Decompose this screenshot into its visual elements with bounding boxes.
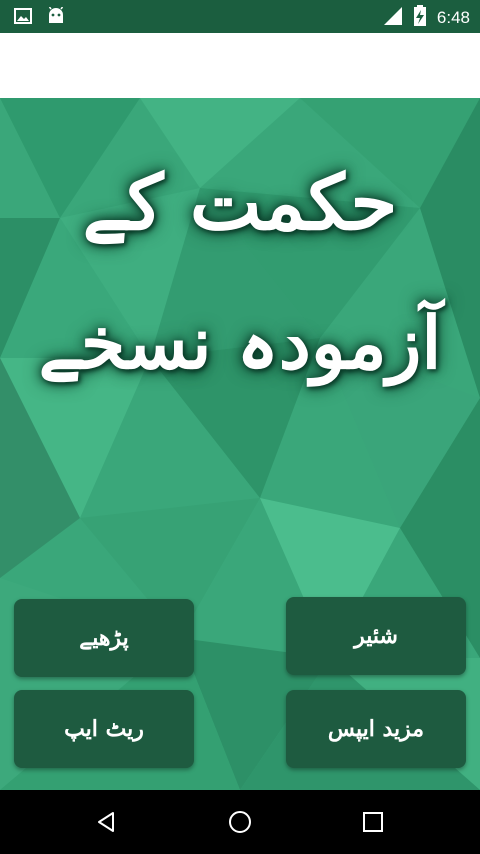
title-line-1: حکمت کے xyxy=(82,158,398,247)
back-icon[interactable] xyxy=(89,804,125,840)
home-icon[interactable] xyxy=(222,804,258,840)
share-button[interactable]: شئیر xyxy=(286,597,466,675)
ad-banner xyxy=(0,33,480,98)
android-icon xyxy=(46,6,66,29)
read-button[interactable]: پڑھیے xyxy=(14,599,194,677)
navigation-bar xyxy=(0,790,480,854)
title-line-2: آزمودہ نسخے xyxy=(38,300,442,385)
battery-charging-icon xyxy=(413,5,427,31)
more-apps-button[interactable]: مزید ایپس xyxy=(286,690,466,768)
recents-icon[interactable] xyxy=(355,804,391,840)
signal-icon xyxy=(383,6,403,30)
status-bar: 6:48 xyxy=(0,0,480,33)
image-icon xyxy=(14,7,32,29)
status-time: 6:48 xyxy=(436,8,470,27)
main-content: حکمت کے آزمودہ نسخے پڑھیے شئیر ریٹ ایپ م… xyxy=(0,98,480,790)
rate-app-button[interactable]: ریٹ ایپ xyxy=(14,690,194,768)
